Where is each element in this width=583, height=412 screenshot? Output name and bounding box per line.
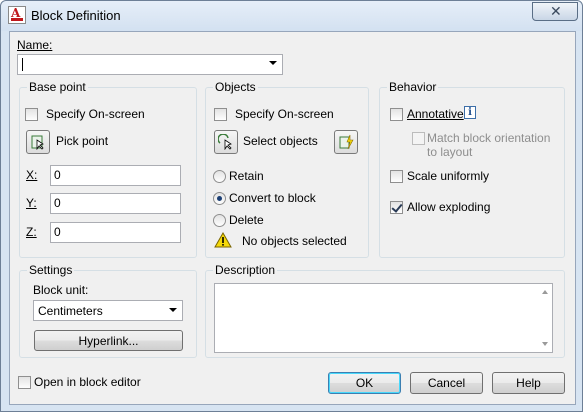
description-title: Description <box>213 263 278 277</box>
open-in-block-editor-label: Open in block editor <box>34 375 141 389</box>
allow-exploding-checkbox[interactable] <box>390 201 403 214</box>
annotative-checkbox[interactable] <box>390 108 403 121</box>
pick-point-label: Pick point <box>56 134 109 148</box>
info-icon[interactable]: i <box>464 106 476 119</box>
select-objects-button[interactable] <box>214 130 238 154</box>
y-field[interactable]: 0 <box>50 193 181 214</box>
description-textarea[interactable] <box>214 283 553 353</box>
x-field[interactable]: 0 <box>50 165 181 186</box>
objects-group: Objects Specify On-screen Select objects… <box>205 80 369 258</box>
scale-uniformly-label: Scale uniformly <box>407 169 490 183</box>
objects-status: No objects selected <box>242 234 347 248</box>
scroll-up-icon[interactable] <box>542 290 548 294</box>
settings-title: Settings <box>27 263 75 277</box>
z-field[interactable]: 0 <box>50 222 181 243</box>
convert-to-block-label: Convert to block <box>229 191 316 205</box>
block-unit-label: Block unit: <box>33 283 89 297</box>
base-point-group: Base point Specify On-screen Pick point … <box>19 80 197 258</box>
title-bar[interactable]: A Block Definition ✕ <box>1 1 582 31</box>
close-icon: ✕ <box>550 3 562 19</box>
base-specify-onscreen-checkbox[interactable] <box>25 108 38 121</box>
block-unit-value: Centimeters <box>38 304 103 318</box>
pick-point-icon <box>31 135 44 150</box>
dialog-client-area: Name: Base point Specify On-screen Pick … <box>9 31 576 405</box>
select-objects-icon <box>218 134 232 150</box>
match-orientation-label: Match block orientation <box>427 131 551 145</box>
settings-group: Settings Block unit: Centimeters Hyperli… <box>19 263 197 358</box>
warning-icon <box>214 232 232 248</box>
scale-uniformly-checkbox[interactable] <box>390 170 403 183</box>
delete-label: Delete <box>229 213 264 227</box>
retain-label: Retain <box>229 169 264 183</box>
help-button[interactable]: Help <box>492 372 565 394</box>
annotative-label: Annotative <box>407 107 464 121</box>
match-orientation-checkbox[interactable] <box>412 132 425 145</box>
objects-specify-onscreen-label: Specify On-screen <box>235 107 334 121</box>
objects-title: Objects <box>213 80 258 94</box>
z-label: Z: <box>26 225 37 239</box>
convert-to-block-radio[interactable] <box>213 192 226 205</box>
quick-select-button[interactable] <box>334 130 358 154</box>
retain-radio[interactable] <box>213 170 226 183</box>
allow-exploding-label: Allow exploding <box>407 200 491 214</box>
autocad-app-icon: A <box>8 6 26 24</box>
select-objects-label: Select objects <box>243 134 318 148</box>
behavior-group: Behavior Annotative i Match block orient… <box>379 80 565 258</box>
scroll-down-icon[interactable] <box>542 342 548 346</box>
dropdown-arrow-icon[interactable] <box>169 308 177 312</box>
hyperlink-button[interactable]: Hyperlink... <box>34 330 183 351</box>
base-point-title: Base point <box>27 80 88 94</box>
text-cursor <box>22 58 23 71</box>
name-label: Name: <box>17 38 53 52</box>
objects-specify-onscreen-checkbox[interactable] <box>214 108 227 121</box>
close-button[interactable]: ✕ <box>532 2 578 21</box>
delete-radio[interactable] <box>213 214 226 227</box>
behavior-title: Behavior <box>387 80 439 94</box>
base-specify-onscreen-label: Specify On-screen <box>46 107 145 121</box>
name-combo[interactable] <box>17 54 283 75</box>
window-title: Block Definition <box>31 8 121 23</box>
match-orientation-label-line2: to layout <box>427 145 473 159</box>
ok-button[interactable]: OK <box>328 372 401 394</box>
open-in-block-editor-checkbox[interactable] <box>18 376 31 389</box>
quick-select-icon <box>339 134 354 150</box>
description-group: Description <box>205 263 565 358</box>
block-unit-select[interactable]: Centimeters <box>33 300 183 321</box>
block-definition-dialog: A Block Definition ✕ Name: Base point Sp… <box>0 0 583 412</box>
x-label: X: <box>26 168 38 182</box>
cancel-button[interactable]: Cancel <box>410 372 483 394</box>
y-label: Y: <box>26 196 37 210</box>
dropdown-arrow-icon[interactable] <box>269 61 277 65</box>
pick-point-button[interactable] <box>26 130 50 154</box>
